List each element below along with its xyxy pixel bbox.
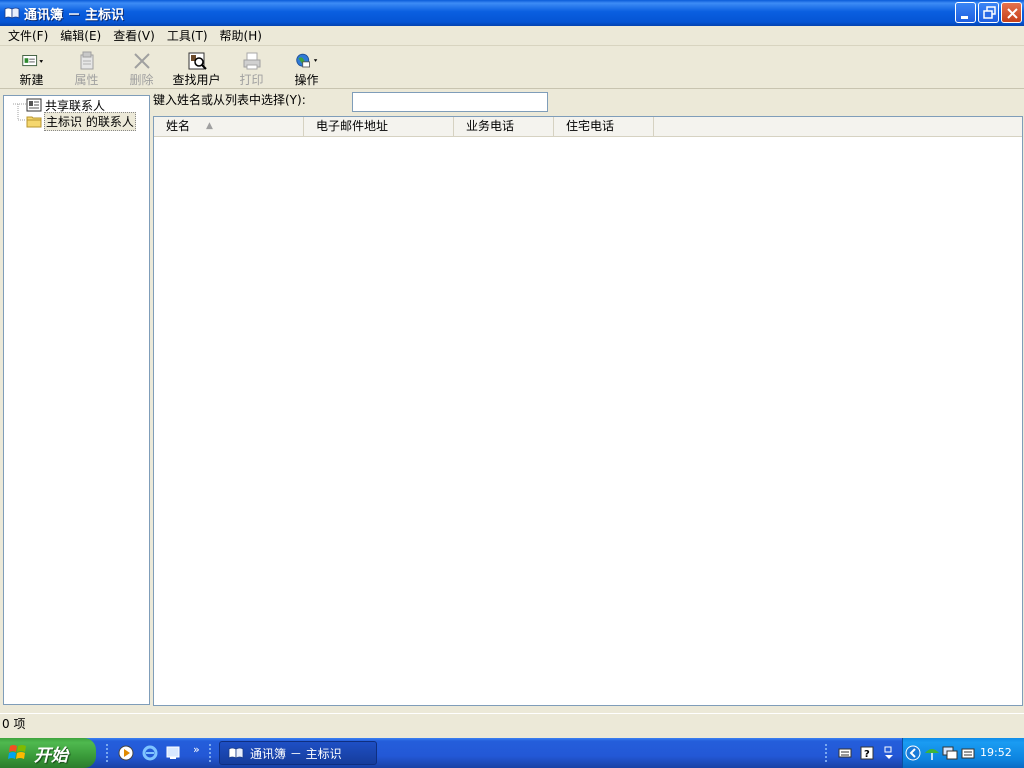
address-book-icon xyxy=(228,747,244,759)
column-header-name[interactable]: 姓名 ▲ xyxy=(154,117,304,136)
search-input[interactable] xyxy=(352,92,548,112)
column-header-label: 业务电话 xyxy=(466,119,515,133)
action-button[interactable]: 操作 xyxy=(279,47,334,87)
tree-item-main-contacts[interactable]: 主标识 的联系人 xyxy=(26,111,136,131)
tree-label: 主标识 的联系人 xyxy=(44,111,136,131)
close-icon xyxy=(1007,8,1018,19)
delete-button-label: 删除 xyxy=(129,73,154,87)
system-tray: 19:52 xyxy=(902,738,1024,768)
action-button-label: 操作 xyxy=(294,73,319,87)
taskbar: 开始 » 通讯簿 － 主标识 ? 19:52 xyxy=(0,738,1024,768)
restore-icon xyxy=(983,6,996,19)
print-button[interactable]: 打印 xyxy=(224,47,279,87)
search-label: 键入姓名或从列表中选择(Y): xyxy=(153,93,306,107)
column-header-business-phone[interactable]: 业务电话 xyxy=(454,117,554,136)
print-icon xyxy=(243,52,260,70)
taskbar-window-button[interactable]: 通讯簿 － 主标识 xyxy=(219,741,377,765)
help-icon[interactable]: ? xyxy=(860,746,874,760)
title-bar[interactable]: 通讯簿 － 主标识 xyxy=(0,0,1024,26)
minimize-button[interactable] xyxy=(955,2,976,23)
column-header-label: 姓名 xyxy=(166,119,191,133)
action-icon xyxy=(295,53,317,68)
restore-button[interactable] xyxy=(978,2,999,23)
status-bar: 0 项 xyxy=(0,713,1024,733)
internet-explorer-icon[interactable] xyxy=(142,745,158,761)
keyboard-icon[interactable] xyxy=(838,746,852,760)
find-people-button-label: 查找用户 xyxy=(172,73,221,87)
taskbar-grip[interactable] xyxy=(209,744,212,762)
properties-button[interactable]: 属性 xyxy=(59,47,114,87)
delete-icon xyxy=(133,53,150,69)
column-header-home-phone[interactable]: 住宅电话 xyxy=(554,117,654,136)
properties-button-label: 属性 xyxy=(74,73,99,87)
umbrella-icon[interactable] xyxy=(924,745,940,761)
show-desktop-icon[interactable] xyxy=(165,745,181,761)
column-header-label: 电子邮件地址 xyxy=(316,119,389,133)
item-count: 0 项 xyxy=(2,717,26,731)
windows-logo-icon xyxy=(8,745,26,759)
minimize-icon xyxy=(961,16,968,19)
taskbar-grip[interactable] xyxy=(106,744,109,762)
network-icon[interactable] xyxy=(942,745,958,761)
contact-list[interactable]: 姓名 ▲ 电子邮件地址 业务电话 住宅电话 xyxy=(153,116,1023,706)
folder-tree[interactable]: 共享联系人 主标识 的联系人 xyxy=(3,95,150,705)
column-header-label: 住宅电话 xyxy=(566,119,615,133)
delete-button[interactable]: 删除 xyxy=(114,47,169,87)
column-header-email[interactable]: 电子邮件地址 xyxy=(304,117,454,136)
menu-tools[interactable]: 工具(T) xyxy=(161,27,214,45)
menu-help[interactable]: 帮助(H) xyxy=(214,27,268,45)
toolbar: 新建 属性 删除 查找用户 打印 操作 xyxy=(0,47,1024,89)
taskbar-window-label: 通讯簿 － 主标识 xyxy=(250,746,342,761)
menu-view[interactable]: 查看(V) xyxy=(107,27,161,45)
taskbar-grip[interactable] xyxy=(825,744,828,762)
clock[interactable]: 19:52 xyxy=(980,746,1012,759)
list-header: 姓名 ▲ 电子邮件地址 业务电话 住宅电话 xyxy=(154,117,1022,137)
volume-icon[interactable] xyxy=(960,745,976,761)
ime-options-icon[interactable] xyxy=(882,746,896,760)
menu-bar: 文件(F) 编辑(E) 查看(V) 工具(T) 帮助(H) xyxy=(0,26,1024,46)
find-people-button[interactable]: 查找用户 xyxy=(169,47,224,87)
new-button-label: 新建 xyxy=(19,73,44,87)
sort-ascending-icon: ▲ xyxy=(206,121,213,131)
close-button[interactable] xyxy=(1001,2,1022,23)
address-book-icon xyxy=(4,7,20,19)
new-button[interactable]: 新建 xyxy=(4,47,59,87)
properties-icon xyxy=(80,51,93,70)
window-title: 通讯簿 － 主标识 xyxy=(24,7,125,23)
menu-file[interactable]: 文件(F) xyxy=(2,27,54,45)
find-people-icon xyxy=(188,52,207,70)
new-contact-icon xyxy=(21,55,43,67)
print-button-label: 打印 xyxy=(239,73,264,87)
shared-contacts-icon xyxy=(26,98,42,112)
media-player-icon[interactable] xyxy=(118,745,134,761)
chevron-right-icon[interactable]: » xyxy=(193,743,200,756)
menu-edit[interactable]: 编辑(E) xyxy=(54,27,107,45)
start-button[interactable]: 开始 xyxy=(0,738,96,768)
svg-text:?: ? xyxy=(864,749,870,760)
start-label: 开始 xyxy=(34,745,68,766)
folder-icon xyxy=(26,116,42,128)
chevron-left-icon[interactable] xyxy=(905,745,921,761)
